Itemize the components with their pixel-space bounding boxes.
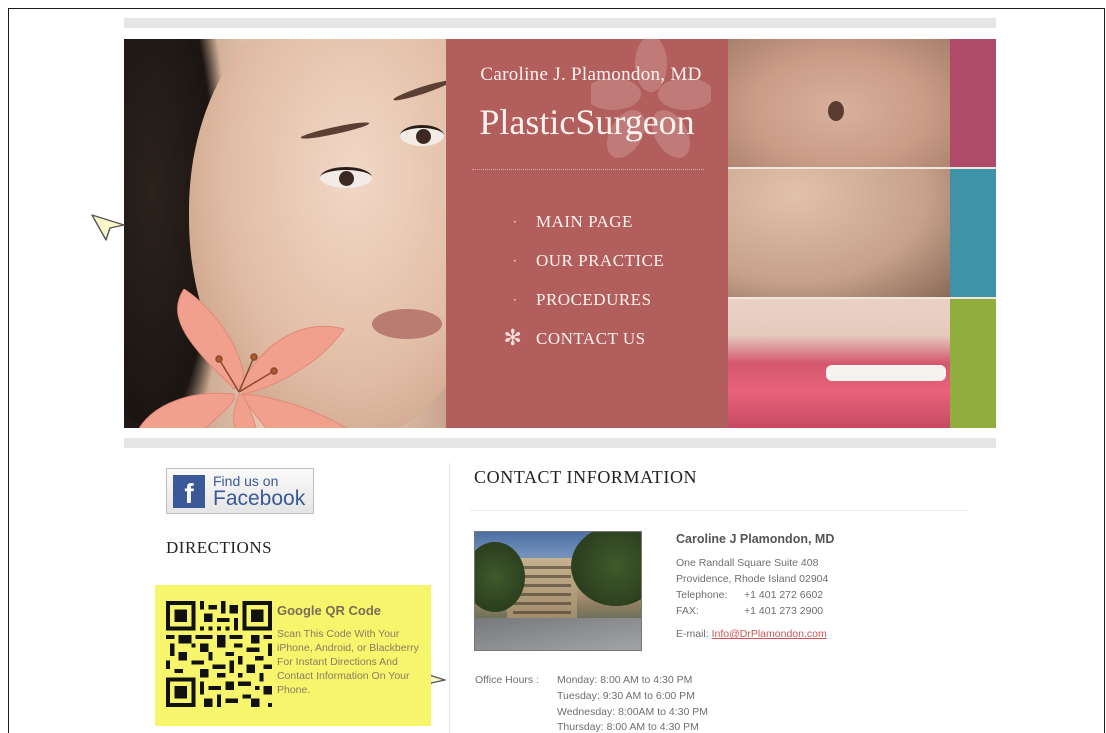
nav-item-contact-us[interactable]: ✻ CONTACT US: [494, 325, 664, 365]
doctor-name-title: Caroline J. Plamondon, MD: [480, 64, 702, 85]
page-title: CONTACT INFORMATION: [474, 467, 698, 487]
hero-portrait-image: [124, 39, 446, 428]
tree-shape: [571, 532, 641, 606]
green-color-strip: [950, 299, 996, 428]
facebook-icon: f: [173, 475, 205, 508]
dot-icon: ·: [512, 292, 518, 307]
nav-item-procedures[interactable]: · PROCEDURES: [494, 287, 664, 326]
directions-link[interactable]: DIRECTIONS: [166, 538, 272, 558]
header-navigation-panel: Caroline J. Plamondon, MD PlasticSurgeon…: [446, 39, 728, 428]
main-navigation: · MAIN PAGE · OUR PRACTICE · PROCEDURES …: [494, 209, 664, 365]
dot-icon: ·: [512, 214, 518, 229]
office-hours-line: Tuesday: 9:30 AM to 6:00 PM: [557, 690, 695, 702]
fax-label: FAX:: [676, 605, 699, 617]
navel-image: [728, 39, 950, 167]
email-link[interactable]: Info@DrPlamondon.com: [712, 628, 827, 640]
navel-shape: [828, 101, 844, 121]
lily-flower-icon: [138, 289, 348, 428]
telephone-label: Telephone:: [676, 589, 728, 601]
office-hours-line: Wednesday: 8:00AM to 4:30 PM: [557, 706, 708, 718]
email-label: E-mail:: [676, 628, 709, 640]
road-shape: [475, 618, 641, 650]
specialty-part-1: Plastic: [479, 102, 576, 142]
facebook-button[interactable]: f Find us on Facebook: [166, 468, 314, 514]
address-line-1: One Randall Square Suite 408: [676, 557, 819, 569]
nav-item-main-page[interactable]: · MAIN PAGE: [494, 209, 664, 248]
contact-name: Caroline J Plamondon, MD: [676, 532, 835, 546]
qr-code-title: Google QR Code: [277, 603, 381, 618]
office-hours-line: Thursday: 8:00 AM to 4:30 PM: [557, 721, 699, 733]
middle-divider-bar: [124, 438, 996, 448]
fax-row: FAX: +1 401 273 2900: [676, 605, 823, 617]
teeth-shape: [826, 365, 946, 381]
fax-value: +1 401 273 2900: [744, 605, 824, 617]
eye-left: [320, 167, 372, 188]
column-divider: [449, 463, 450, 733]
qr-code-box: Google QR Code Scan This Code With Your …: [155, 585, 431, 726]
qr-code-icon: [166, 601, 272, 707]
title-separator: [470, 510, 969, 511]
email-row: E-mail: Info@DrPlamondon.com: [676, 628, 827, 640]
hero-detail-images: [728, 39, 996, 428]
nav-item-label: CONTACT US: [536, 329, 646, 348]
facebook-big-label: Facebook: [213, 487, 306, 510]
nav-item-label: PROCEDURES: [536, 290, 652, 309]
office-building-photo: [474, 531, 642, 651]
flower-star-icon: ✻: [503, 325, 523, 350]
telephone-value: +1 401 272 6602: [744, 589, 824, 601]
office-hours-label: Office Hours :: [475, 674, 539, 686]
specialty-title: PlasticSurgeon: [446, 101, 728, 143]
pink-color-strip: [950, 39, 996, 167]
office-hours-line: Monday: 8:00 AM to 4:30 PM: [557, 674, 693, 686]
eye-right: [400, 125, 444, 146]
nav-item-label: MAIN PAGE: [536, 212, 633, 231]
nav-item-label: OUR PRACTICE: [536, 251, 665, 270]
specialty-part-2: Surgeon: [575, 102, 695, 142]
top-divider-bar: [124, 18, 996, 28]
nav-item-our-practice[interactable]: · OUR PRACTICE: [494, 248, 664, 287]
address-line-2: Providence, Rhode Island 02904: [676, 573, 829, 585]
qr-code-description: Scan This Code With Your iPhone, Android…: [277, 628, 419, 696]
title-divider: [472, 169, 704, 170]
lips-image: [728, 299, 950, 428]
teal-color-strip: [950, 169, 996, 297]
telephone-row: Telephone: +1 401 272 6602: [676, 589, 823, 601]
cursor-arrow-icon: [91, 214, 125, 241]
bust-image: [728, 169, 950, 297]
dot-icon: ·: [512, 253, 518, 268]
